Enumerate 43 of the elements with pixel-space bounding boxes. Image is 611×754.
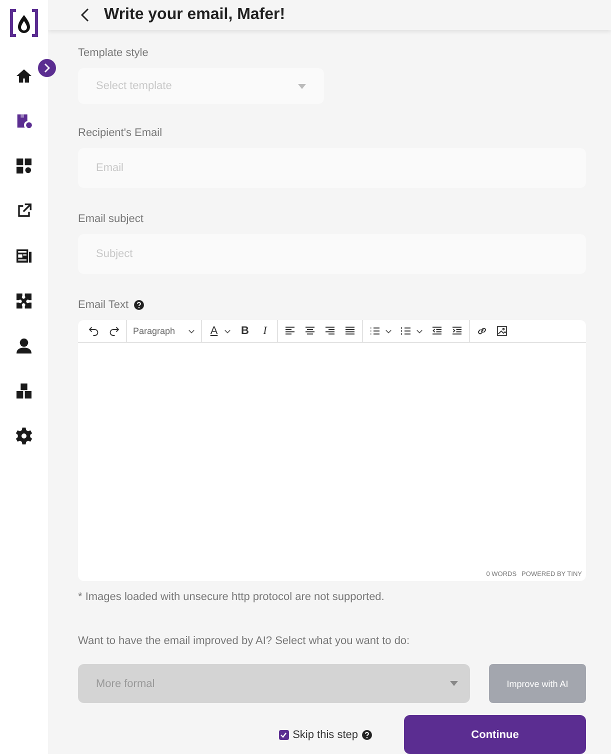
caret-icon[interactable] <box>188 328 195 334</box>
chevron-right-icon <box>43 63 51 73</box>
caret-icon[interactable] <box>224 328 231 334</box>
outdent-icon[interactable] <box>431 325 443 337</box>
puzzle-icon[interactable] <box>14 291 34 311</box>
expand-sidebar-button[interactable] <box>38 59 56 77</box>
logo-icon <box>8 8 40 38</box>
field-label: Email Text <box>78 299 129 311</box>
skip-checkbox[interactable] <box>278 730 289 740</box>
back-icon[interactable] <box>80 8 90 22</box>
settings-icon[interactable] <box>14 426 34 446</box>
field-label: Email subject <box>78 213 144 225</box>
caret-icon <box>298 84 306 88</box>
caret-icon[interactable] <box>385 328 392 334</box>
link-icon[interactable] <box>476 325 488 337</box>
ai-prompt: Want to have the email improved by AI? Select what you want to do: <box>78 635 411 647</box>
undo-icon[interactable] <box>88 325 100 337</box>
image-icon[interactable] <box>496 325 508 337</box>
help-icon[interactable] <box>134 300 144 310</box>
caret-icon[interactable] <box>416 328 423 334</box>
align-left-icon[interactable] <box>284 325 296 337</box>
bold-button[interactable]: B <box>239 325 251 337</box>
skip-label: Skip this step <box>292 728 358 740</box>
user-icon[interactable] <box>14 336 34 356</box>
field-label: Template style <box>78 47 150 59</box>
continue-button[interactable]: Continue <box>404 715 586 754</box>
bullet-list-icon[interactable] <box>369 325 381 337</box>
boxes-icon[interactable] <box>14 381 34 401</box>
note-text: * Images loaded with unsecure http protocol are not supported. <box>78 591 386 603</box>
grid-icon[interactable] <box>14 156 34 176</box>
caret-icon <box>450 681 458 686</box>
italic-button[interactable]: I <box>259 325 271 337</box>
page-title: Write your email, Mafer! <box>104 6 286 24</box>
indent-icon[interactable] <box>451 325 463 337</box>
align-right-icon[interactable] <box>324 325 336 337</box>
redo-icon[interactable] <box>108 325 120 337</box>
text-color-button[interactable]: A <box>208 325 220 337</box>
format-dropdown[interactable]: Paragraph <box>133 326 195 336</box>
align-center-icon[interactable] <box>304 325 316 337</box>
help-icon[interactable] <box>362 730 372 740</box>
numbered-list-icon[interactable] <box>400 325 412 337</box>
justify-icon[interactable] <box>344 325 356 337</box>
field-label: Recipient's Email <box>78 127 164 139</box>
